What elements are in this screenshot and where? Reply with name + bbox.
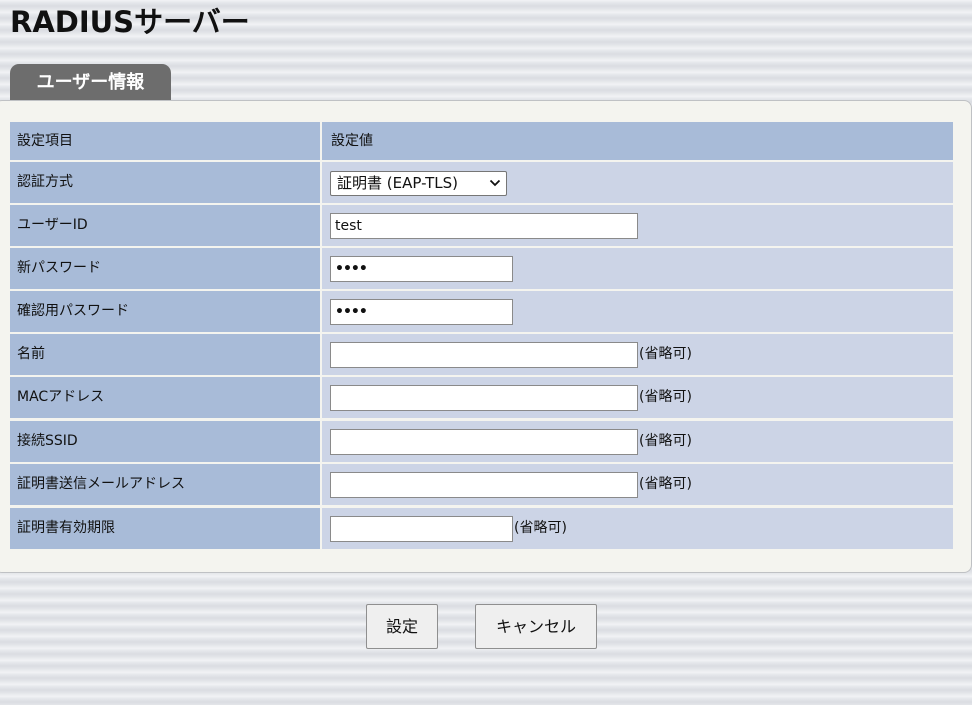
- row-name: 名前 (省略可): [10, 334, 953, 375]
- cancel-button[interactable]: キャンセル: [475, 604, 597, 649]
- row-ssid: 接続SSID (省略可): [10, 421, 953, 462]
- optional-note: (省略可): [639, 389, 692, 405]
- header-item: 設定項目: [10, 122, 320, 160]
- row-cert-expiry: 証明書有効期限 (省略可): [10, 508, 953, 549]
- row-mac-address: MACアドレス (省略可): [10, 377, 953, 418]
- submit-button[interactable]: 設定: [366, 604, 438, 649]
- tab-user-info[interactable]: ユーザー情報: [10, 64, 171, 100]
- header-value: 設定値: [322, 122, 953, 160]
- row-user-id: ユーザーID test: [10, 205, 953, 246]
- row-label: 認証方式: [10, 162, 320, 203]
- row-label: 接続SSID: [10, 421, 320, 462]
- table-header-row: 設定項目 設定値: [10, 122, 953, 163]
- row-label: 証明書送信メールアドレス: [10, 464, 320, 505]
- optional-note: (省略可): [514, 520, 567, 536]
- select-value: 証明書 (EAP-TLS): [337, 174, 459, 192]
- cert-expiry-input[interactable]: [330, 516, 513, 542]
- optional-note: (省略可): [639, 346, 692, 362]
- auth-method-select[interactable]: 証明書 (EAP-TLS): [330, 171, 507, 196]
- row-value: 証明書 (EAP-TLS): [322, 162, 953, 203]
- mac-address-input[interactable]: [330, 385, 638, 411]
- chevron-down-icon: [489, 179, 501, 187]
- confirm-password-input[interactable]: ••••: [330, 299, 513, 325]
- optional-note: (省略可): [639, 476, 692, 492]
- row-value: (省略可): [322, 508, 953, 549]
- row-confirm-password: 確認用パスワード ••••: [10, 291, 953, 332]
- user-id-input[interactable]: test: [330, 213, 638, 239]
- new-password-input[interactable]: ••••: [330, 256, 513, 282]
- row-auth-method: 認証方式 証明書 (EAP-TLS): [10, 162, 953, 203]
- row-value: test: [322, 205, 953, 246]
- row-value: (省略可): [322, 377, 953, 418]
- row-cert-email: 証明書送信メールアドレス (省略可): [10, 464, 953, 505]
- name-input[interactable]: [330, 342, 638, 368]
- row-label: 確認用パスワード: [10, 291, 320, 332]
- row-value: (省略可): [322, 464, 953, 505]
- page-title: RADIUSサーバー: [10, 5, 250, 39]
- cert-email-input[interactable]: [330, 472, 638, 498]
- row-label: 名前: [10, 334, 320, 375]
- ssid-input[interactable]: [330, 429, 638, 455]
- row-label: 証明書有効期限: [10, 508, 320, 549]
- row-value: ••••: [322, 248, 953, 289]
- row-label: MACアドレス: [10, 377, 320, 418]
- optional-note: (省略可): [639, 433, 692, 449]
- row-label: ユーザーID: [10, 205, 320, 246]
- row-label: 新パスワード: [10, 248, 320, 289]
- row-value: (省略可): [322, 421, 953, 462]
- row-value: (省略可): [322, 334, 953, 375]
- row-new-password: 新パスワード ••••: [10, 248, 953, 289]
- row-value: ••••: [322, 291, 953, 332]
